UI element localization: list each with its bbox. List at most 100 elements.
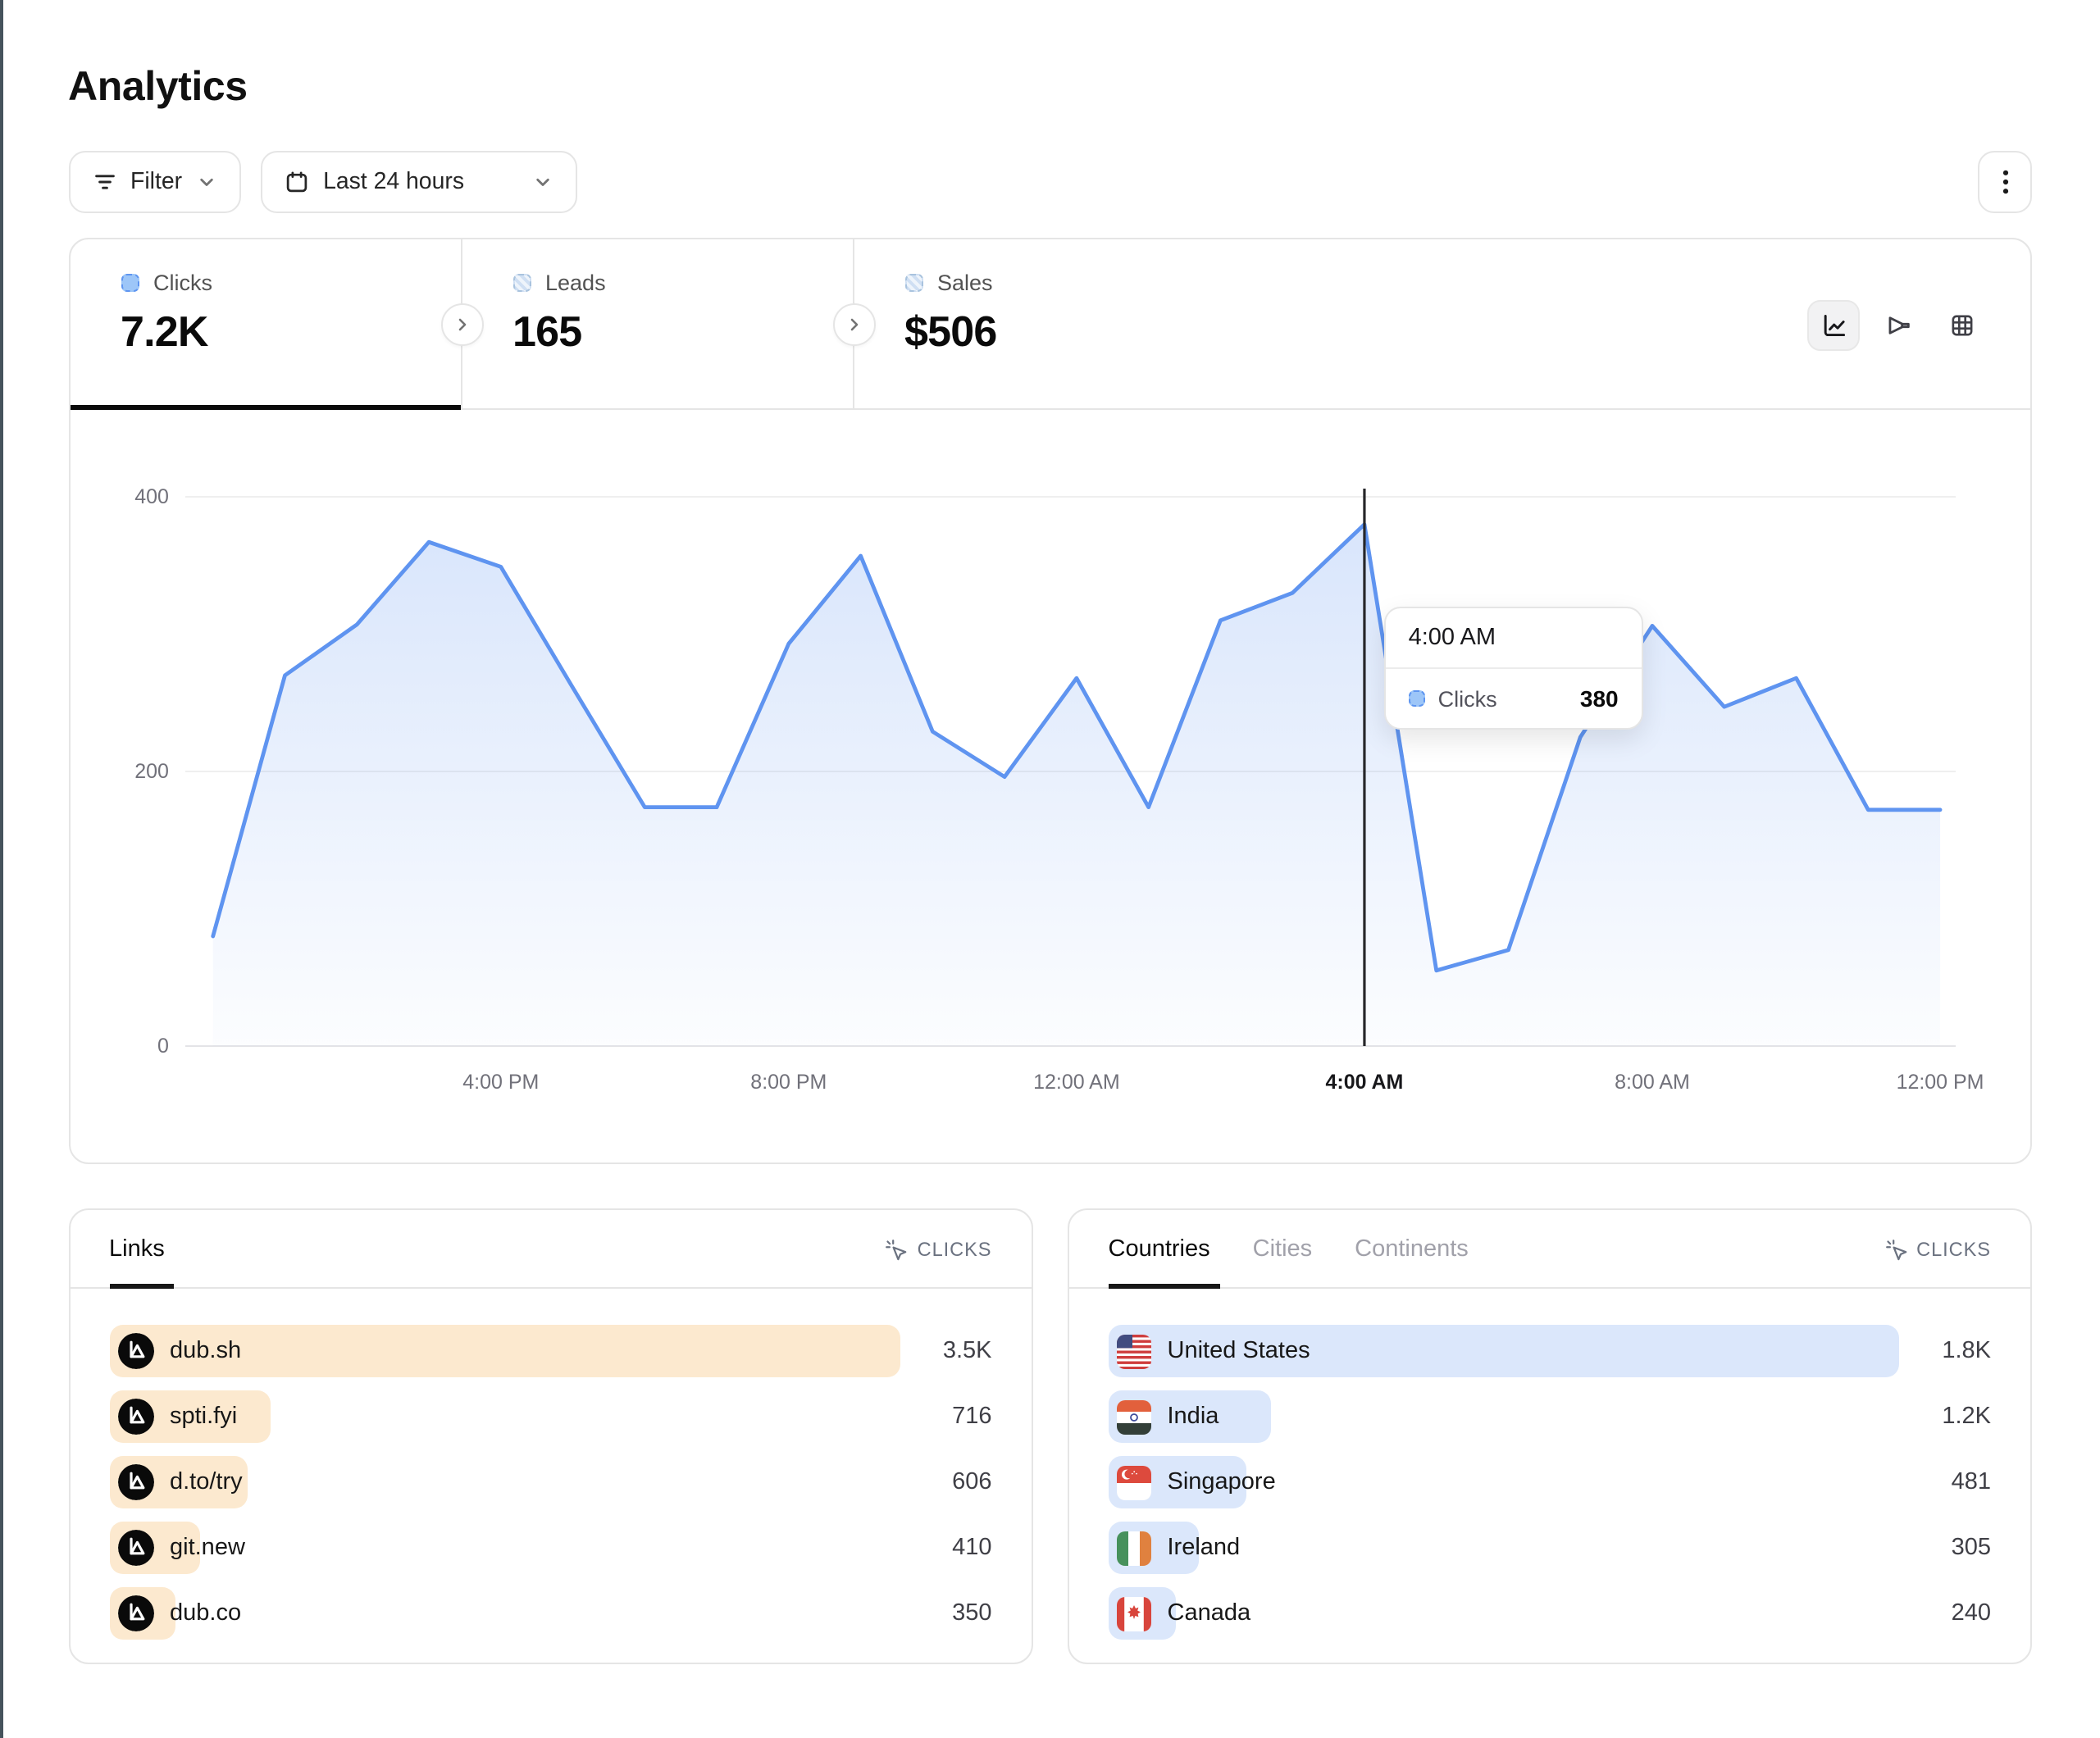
row-label: Singapore — [1168, 1469, 1276, 1495]
row-value: 606 — [913, 1469, 992, 1495]
expand-stats-chevron-button[interactable] — [832, 303, 875, 346]
stat-label: Sales — [937, 271, 993, 295]
countries-row[interactable]: United States 1.8K — [1109, 1325, 1992, 1377]
funnel-chart-icon — [1884, 312, 1911, 339]
links-panel-tabs: Links — [109, 1210, 165, 1287]
row-value: 240 — [1912, 1600, 1991, 1627]
dub-logo-favicon — [117, 1464, 153, 1500]
stat-value: 165 — [512, 307, 852, 357]
row-value: 410 — [913, 1535, 992, 1561]
metric-label: CLICKS — [918, 1237, 992, 1260]
flag-icon-ca — [1117, 1596, 1151, 1631]
countries-metric-selector[interactable]: CLICKS — [1884, 1237, 1991, 1260]
legend-chip-leads — [512, 274, 531, 292]
toolbar: Filter Last 24 hours — [68, 151, 2032, 213]
tab-links[interactable]: Links — [109, 1210, 165, 1287]
grid-table-icon — [1947, 312, 1975, 339]
dub-logo-favicon — [117, 1333, 153, 1369]
row-label: Canada — [1168, 1600, 1251, 1627]
stat-label: Leads — [545, 271, 606, 295]
legend-chip-sales — [904, 274, 922, 292]
links-row[interactable]: git.new 410 — [109, 1522, 992, 1574]
links-row[interactable]: spti.fyi 716 — [109, 1390, 992, 1443]
stat-value: $506 — [904, 307, 1246, 357]
y-axis-tick-label: 0 — [157, 1035, 168, 1058]
dub-logo-favicon — [117, 1595, 153, 1631]
tooltip-time: 4:00 AM — [1386, 608, 1642, 669]
links-row[interactable]: dub.sh3.5K — [109, 1325, 992, 1377]
chart-tooltip: 4:00 AM Clicks 380 — [1384, 607, 1643, 730]
chevron-down-icon — [195, 171, 218, 193]
stat-tab-sales[interactable]: Sales $506 — [854, 239, 1246, 408]
row-label: spti.fyi — [170, 1404, 237, 1430]
flag-icon-sg — [1117, 1465, 1151, 1499]
page-title: Analytics — [68, 62, 2032, 111]
stat-value: 7.2K — [121, 307, 460, 357]
filter-button[interactable]: Filter — [68, 151, 241, 213]
row-value: 481 — [1912, 1469, 1991, 1495]
row-label: India — [1168, 1404, 1219, 1430]
view-toggle-grid-table[interactable] — [1935, 300, 1988, 351]
row-label: d.to/try — [170, 1469, 243, 1495]
stat-tab-leads[interactable]: Leads 165 — [462, 239, 854, 408]
countries-row[interactable]: India1.2K — [1109, 1390, 1992, 1443]
cursor-click-icon — [885, 1237, 908, 1260]
date-range-label: Last 24 hours — [323, 169, 464, 195]
chart-plot[interactable]: 02004004:00 PM8:00 PM12:00 AM4:00 AM8:00… — [70, 410, 2030, 1164]
x-axis-tick-label: 8:00 AM — [1614, 1071, 1689, 1094]
chevron-right-icon — [452, 315, 471, 334]
clicks-area-fill — [212, 525, 1939, 1046]
links-row[interactable]: d.to/try 606 — [109, 1456, 992, 1508]
links-row[interactable]: dub.co 350 — [109, 1587, 992, 1640]
tab-countries[interactable]: Countries — [1109, 1210, 1210, 1287]
filter-button-label: Filter — [130, 169, 182, 195]
row-label: dub.co — [170, 1600, 241, 1627]
flag-icon-ie — [1117, 1531, 1151, 1565]
links-metric-selector[interactable]: CLICKS — [885, 1237, 992, 1260]
countries-row[interactable]: Singapore 481 — [1109, 1456, 1992, 1508]
row-label: Ireland — [1168, 1535, 1241, 1561]
links-panel-header: Links CLICKS — [70, 1210, 1032, 1289]
flag-icon-us — [1117, 1334, 1151, 1368]
calendar-icon — [284, 169, 310, 195]
stat-label: Clicks — [153, 271, 212, 295]
more-options-button[interactable] — [1978, 151, 2032, 213]
metric-label: CLICKS — [1916, 1237, 1991, 1260]
countries-row[interactable]: Ireland305 — [1109, 1522, 1992, 1574]
row-label: United States — [1168, 1338, 1310, 1364]
line-chart-icon — [1820, 312, 1847, 339]
clicks-series-chip — [1409, 690, 1425, 707]
cursor-click-icon — [1884, 1237, 1906, 1260]
dub-logo-favicon — [117, 1530, 153, 1566]
countries-list: United States 1.8K India1.2K Singapore 481 Ir… — [1069, 1289, 2031, 1640]
analytics-page: Analytics Filter Last 24 hours — [0, 0, 2100, 1738]
y-axis-tick-label: 200 — [134, 760, 168, 783]
x-axis-tick-label: 12:00 AM — [1032, 1071, 1119, 1094]
flag-icon-in — [1117, 1399, 1151, 1434]
countries-panel-tabs: Countries Cities Continents — [1109, 1210, 1469, 1287]
x-axis-tick-label: 4:00 AM — [1325, 1071, 1403, 1094]
links-panel: Links CLICKS dub.sh3.5K spti.fyi 716 d.to/try… — [68, 1208, 1033, 1664]
chart-view-toggles — [1807, 300, 1988, 351]
tab-cities[interactable]: Cities — [1253, 1210, 1313, 1287]
x-axis-tick-label: 4:00 PM — [462, 1071, 538, 1094]
tab-continents[interactable]: Continents — [1355, 1210, 1469, 1287]
view-toggle-funnel-chart[interactable] — [1871, 300, 1924, 351]
date-range-button[interactable]: Last 24 hours — [261, 151, 577, 213]
row-label: git.new — [170, 1535, 245, 1561]
tooltip-value: 380 — [1580, 685, 1619, 712]
row-value: 1.8K — [1912, 1338, 1991, 1364]
chevron-right-icon — [844, 315, 863, 334]
countries-panel-header: Countries Cities Continents CLICKS — [1069, 1210, 2031, 1289]
countries-row[interactable]: Canada 240 — [1109, 1587, 1992, 1640]
view-toggle-line-chart[interactable] — [1807, 300, 1860, 351]
countries-panel: Countries Cities Continents CLICKS United St… — [1068, 1208, 2033, 1664]
expand-stats-chevron-button[interactable] — [440, 303, 483, 346]
chevron-down-icon — [531, 171, 554, 193]
row-value: 350 — [913, 1600, 992, 1627]
stat-tab-clicks[interactable]: Clicks 7.2K — [70, 239, 462, 408]
window-edge-divider — [0, 0, 2, 1738]
analytics-chart-card: Clicks7.2KLeads165Sales$506 02004004:00 … — [68, 238, 2032, 1164]
clicks-area-chart: 02004004:00 PM8:00 PM12:00 AM4:00 AM8:00… — [70, 410, 2030, 1164]
row-value: 716 — [913, 1404, 992, 1430]
